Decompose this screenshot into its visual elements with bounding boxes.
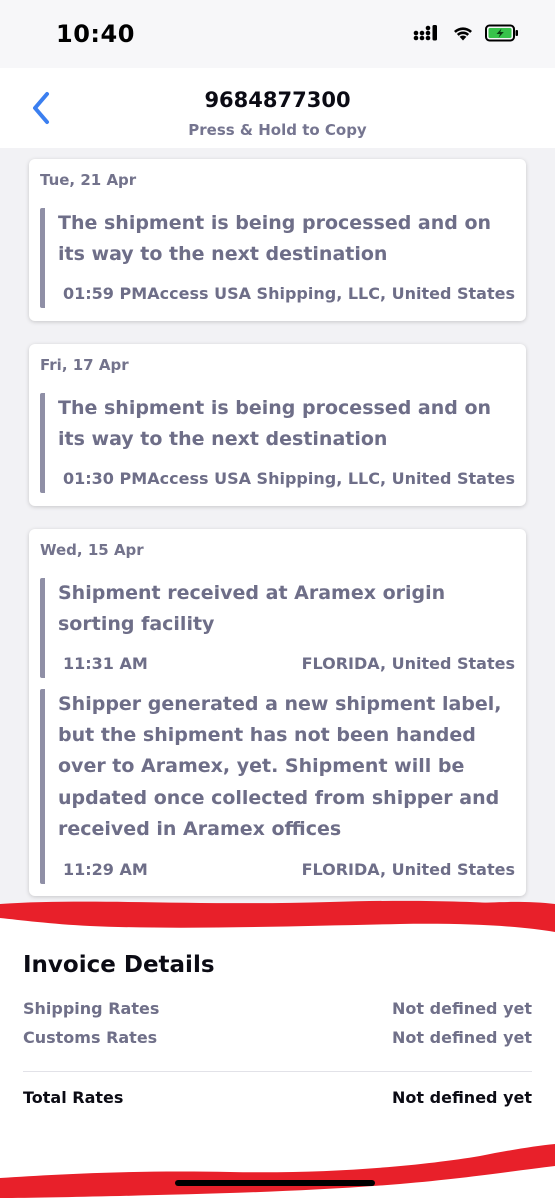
card-date: Tue, 21 Apr — [40, 171, 137, 189]
tracking-card: Fri, 17 Apr The shipment is being proces… — [29, 344, 526, 506]
event-description: Shipment received at Aramex origin sorti… — [58, 582, 446, 636]
event-time: 01:30 PM — [63, 469, 148, 488]
red-marker-scribble — [0, 1144, 555, 1198]
tracking-card: Tue, 21 Apr The shipment is being proces… — [29, 159, 526, 321]
event-location: FLORIDA, United States — [301, 654, 515, 673]
event-description: The shipment is being processed and on i… — [58, 212, 492, 266]
event-location: Access USA Shipping, LLC, United States — [147, 284, 515, 303]
event-time: 11:31 AM — [63, 654, 148, 673]
tracking-number[interactable]: 9684877300 — [0, 88, 555, 112]
tracking-event: Shipper generated a new shipment label, … — [40, 689, 515, 884]
card-date: Fri, 17 Apr — [40, 356, 129, 374]
customs-rates-label: Customs Rates — [23, 1028, 158, 1047]
customs-rates-value: Not defined yet — [392, 1028, 532, 1047]
cellular-signal-icon — [413, 24, 441, 46]
total-rates-value: Not defined yet — [392, 1088, 532, 1107]
shipping-rates-label: Shipping Rates — [23, 999, 160, 1018]
shipping-rates-value: Not defined yet — [392, 999, 532, 1018]
tracking-event: Shipment received at Aramex origin sorti… — [40, 578, 515, 678]
invoice-divider — [23, 1071, 532, 1072]
status-bar: 10:40 — [0, 0, 555, 68]
copy-hint: Press & Hold to Copy — [188, 121, 367, 139]
invoice-title: Invoice Details — [23, 952, 215, 978]
event-time: 01:59 PM — [63, 284, 148, 303]
event-description: Shipper generated a new shipment label, … — [58, 693, 502, 840]
event-description: The shipment is being processed and on i… — [58, 397, 492, 451]
status-time: 10:40 — [56, 20, 135, 48]
event-location: Access USA Shipping, LLC, United States — [147, 469, 515, 488]
tracking-card: Wed, 15 Apr Shipment received at Aramex … — [29, 529, 526, 896]
tracking-event: The shipment is being processed and on i… — [40, 393, 515, 493]
card-date: Wed, 15 Apr — [40, 541, 144, 559]
tracking-event: The shipment is being processed and on i… — [40, 208, 515, 308]
header: 9684877300 Press & Hold to Copy — [0, 68, 555, 148]
event-location: FLORIDA, United States — [301, 860, 515, 879]
event-time: 11:29 AM — [63, 860, 148, 879]
home-indicator[interactable] — [175, 1180, 375, 1186]
battery-charging-icon — [485, 24, 519, 46]
wifi-icon — [451, 24, 475, 46]
total-rates-label: Total Rates — [23, 1088, 124, 1107]
red-marker-scribble — [0, 900, 555, 932]
status-icons — [413, 24, 519, 46]
